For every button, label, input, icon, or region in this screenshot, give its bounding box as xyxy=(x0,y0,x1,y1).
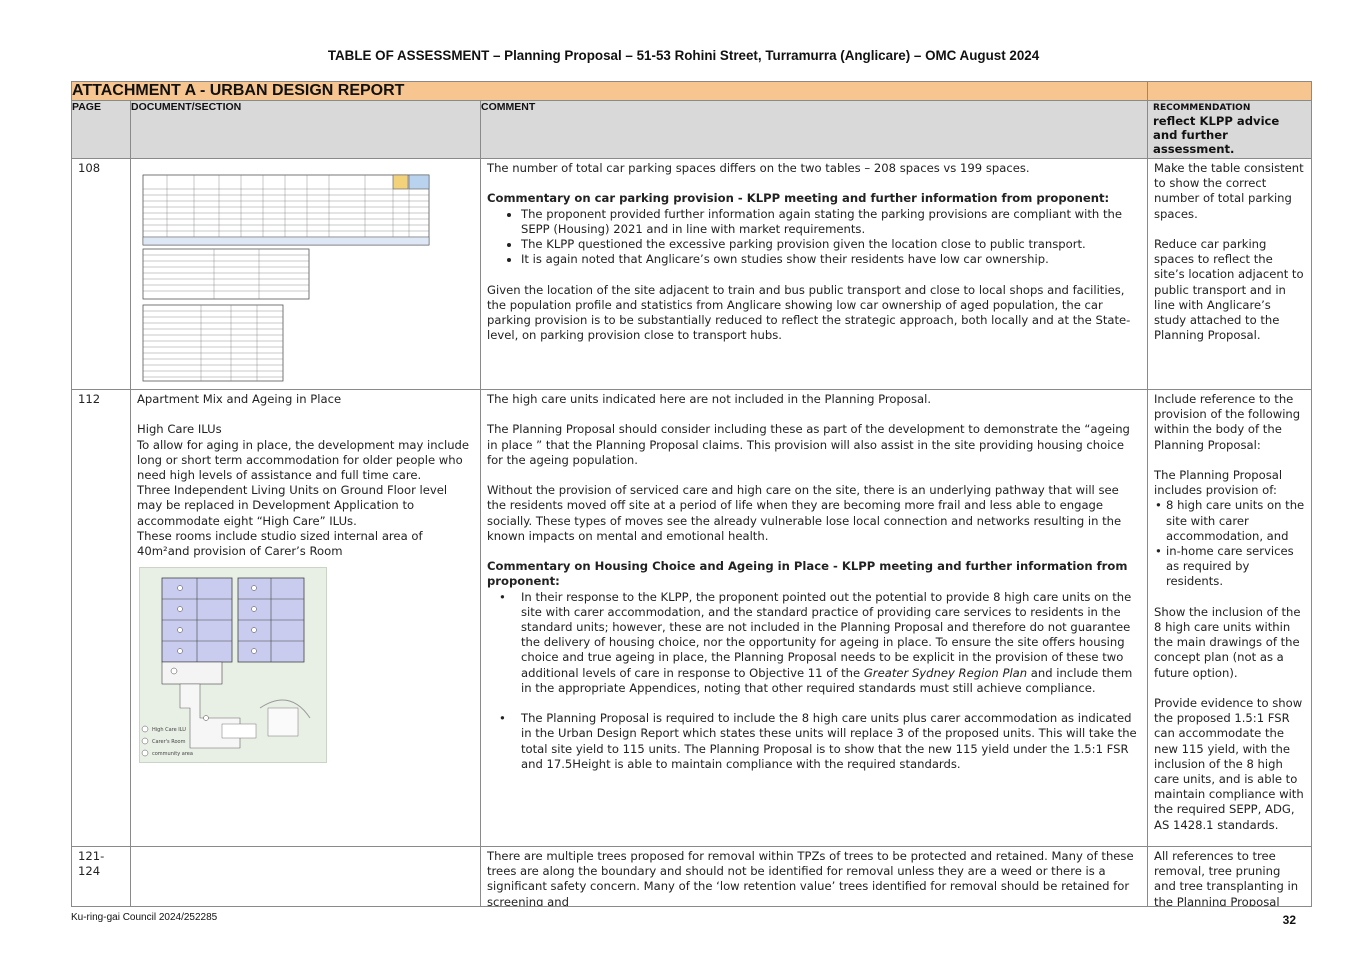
page-number: 32 xyxy=(1282,913,1296,927)
list-item: It is again noted that Anglicare’s own s… xyxy=(521,252,1141,267)
rec-provision-list: 8 high care units on the site with carer… xyxy=(1154,498,1305,589)
table-row: 108 The number of total car parking spac… xyxy=(71,158,1313,390)
row-121-recommendation: All references to tree removal, tree pru… xyxy=(1154,849,1299,906)
list-item: The Planning Proposal is required to inc… xyxy=(499,711,1141,772)
row-112-recommendation: Include reference to the provision of th… xyxy=(1148,390,1311,835)
table-row: 121-124 There are multiple trees propose… xyxy=(71,846,1313,907)
assessment-table: ATTACHMENT A - URBAN DESIGN REPORT PAGE … xyxy=(70,81,1313,907)
parking-table-thumbnail xyxy=(142,174,430,382)
row-page: 112 xyxy=(78,392,101,406)
list-item: 8 high care units on the site with carer… xyxy=(1155,498,1305,544)
legend-high-care: High Care ILU xyxy=(152,727,186,733)
row-112-section: Apartment Mix and Ageing in Place High C… xyxy=(131,390,480,769)
header-row: PAGE DOCUMENT/SECTION COMMENT RECOMMENDA… xyxy=(71,100,1313,159)
housing-commentary-list: In their response to the KLPP, the propo… xyxy=(487,590,1141,696)
list-item: The proponent provided further informati… xyxy=(521,207,1141,237)
footer-reference: Ku-ring-gai Council 2024/252285 xyxy=(71,912,218,923)
header-comment: COMMENT xyxy=(479,100,1149,159)
list-item: In their response to the KLPP, the propo… xyxy=(499,590,1141,696)
header-recommendation: RECOMMENDATION reflect KLPP advice and f… xyxy=(1147,100,1313,159)
row-108-recommendation: Make the table consistent to show the co… xyxy=(1154,161,1304,343)
legend-community-area: community area xyxy=(152,751,193,757)
row-108-comment: The number of total car parking spaces d… xyxy=(481,159,1147,345)
table-row: 112 Apartment Mix and Ageing in Place Hi… xyxy=(71,389,1313,847)
legend-carers-room: Carer's Room xyxy=(152,739,186,745)
row-112-comment: The high care units indicated here are n… xyxy=(481,390,1147,774)
row-121-comment: There are multiple trees proposed for re… xyxy=(487,849,1134,906)
header-rec-big: reflect KLPP advice and further assessme… xyxy=(1153,114,1280,156)
header-rec-small: RECOMMENDATION xyxy=(1153,103,1251,113)
document-title: TABLE OF ASSESSMENT – Planning Proposal … xyxy=(327,48,1040,63)
list-item: The KLPP questioned the excessive parkin… xyxy=(521,237,1141,252)
attachment-row: ATTACHMENT A - URBAN DESIGN REPORT xyxy=(70,81,1313,101)
list-item: in-home care services as required by res… xyxy=(1155,544,1305,590)
parking-commentary-list: The proponent provided further informati… xyxy=(487,207,1141,268)
row-page: 121-124 xyxy=(78,849,105,879)
floor-plan-thumbnail: High Care ILU Carer's Room community are… xyxy=(139,567,327,764)
attachment-heading: ATTACHMENT A - URBAN DESIGN REPORT xyxy=(70,81,1149,101)
header-section: DOCUMENT/SECTION xyxy=(130,100,481,159)
header-page: PAGE xyxy=(71,100,131,159)
row-page: 108 xyxy=(78,161,101,175)
